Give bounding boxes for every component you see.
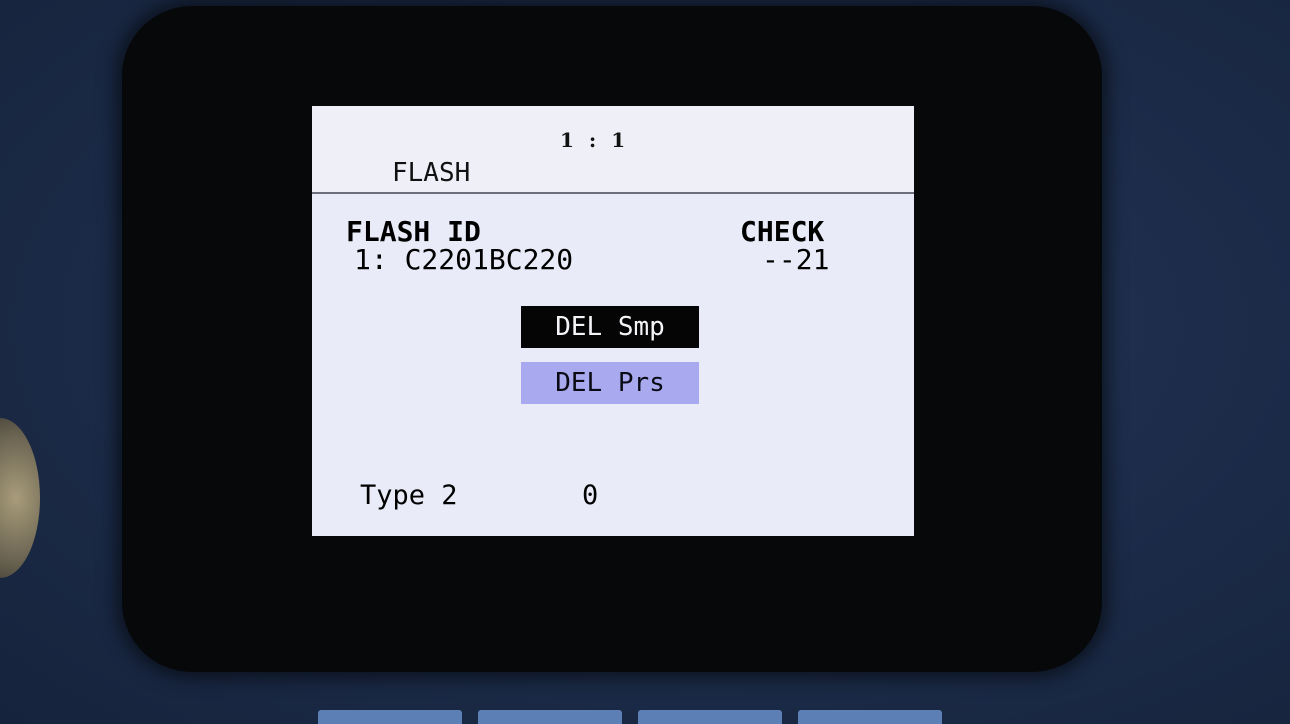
flash-id-label: FLASH ID (346, 215, 481, 248)
hardware-button-4[interactable] (798, 710, 942, 724)
device-photo: { "screen": { "position_readout": "1 : 1… (0, 0, 1290, 724)
hardware-button-1[interactable] (318, 710, 462, 724)
type-label: Type 2 (360, 480, 458, 511)
lcd-screen: 1 : 1 FLASH FLASH ID 1: C2201BC220 CHECK… (312, 106, 914, 536)
hardware-button-3[interactable] (638, 710, 782, 724)
type-value: 0 (582, 480, 599, 511)
page-title: FLASH (392, 158, 471, 188)
flash-id-value: 1: C2201BC220 (354, 243, 574, 276)
delete-samples-button[interactable]: DEL Smp (521, 306, 699, 348)
position-readout: 1 : 1 (560, 128, 630, 152)
check-value: --21 (762, 243, 830, 276)
hardware-button-2[interactable] (478, 710, 622, 724)
rotary-knob[interactable] (0, 418, 40, 578)
delete-presets-button[interactable]: DEL Prs (521, 362, 699, 404)
screen-header: 1 : 1 FLASH (312, 106, 914, 194)
check-label: CHECK (740, 215, 825, 248)
